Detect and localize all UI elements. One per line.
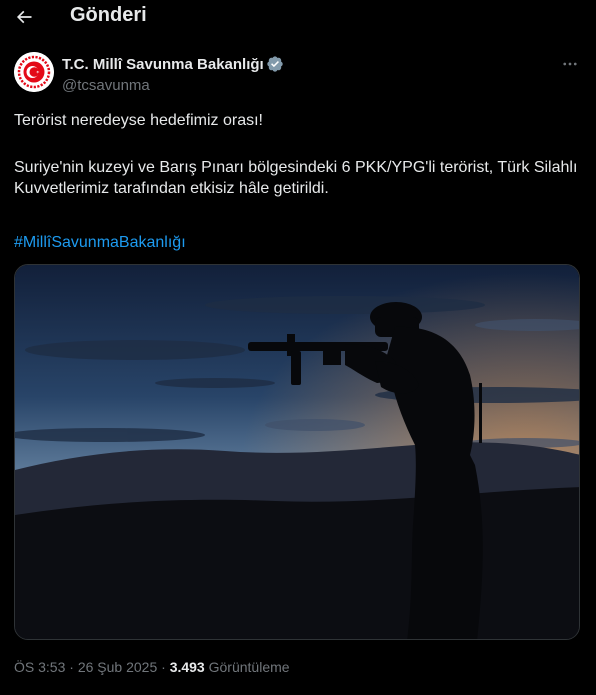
separator: · [157,659,170,675]
back-button[interactable] [10,3,38,31]
tweet-metadata: ÖS 3:53 · 26 Şub 2025 · 3.493 Görüntülem… [14,659,290,675]
arrow-left-icon [16,10,32,24]
tweet-paragraph-2: Suriye'nin kuzeyi ve Barış Pınarı bölges… [14,159,578,197]
avatar[interactable] [14,52,54,92]
author-name[interactable]: T.C. Millî Savunma Bakanlığı [62,56,264,73]
tweet-line-1: Terörist neredeyse hedefimiz orası! [14,112,263,129]
views-count: 3.493 [169,659,205,675]
ministry-logo-icon [14,52,54,92]
verified-badge-icon [267,56,283,72]
more-button[interactable] [558,52,582,76]
separator: · [65,659,78,675]
hashtag-link[interactable]: #MillîSavunmaBakanlığı [14,232,186,253]
page-title: Gönderi [70,4,147,26]
soldier-silhouette-photo [15,265,579,639]
tweet-media-image[interactable] [14,264,580,640]
tweet-date[interactable]: 26 Şub 2025 [78,659,157,675]
views-label: Görüntüleme [204,659,290,675]
author-handle[interactable]: @tcsavunma [62,77,150,94]
more-dots-icon [563,62,577,66]
top-bar: Gönderi [0,0,596,34]
tweet-time[interactable]: ÖS 3:53 [14,659,65,675]
